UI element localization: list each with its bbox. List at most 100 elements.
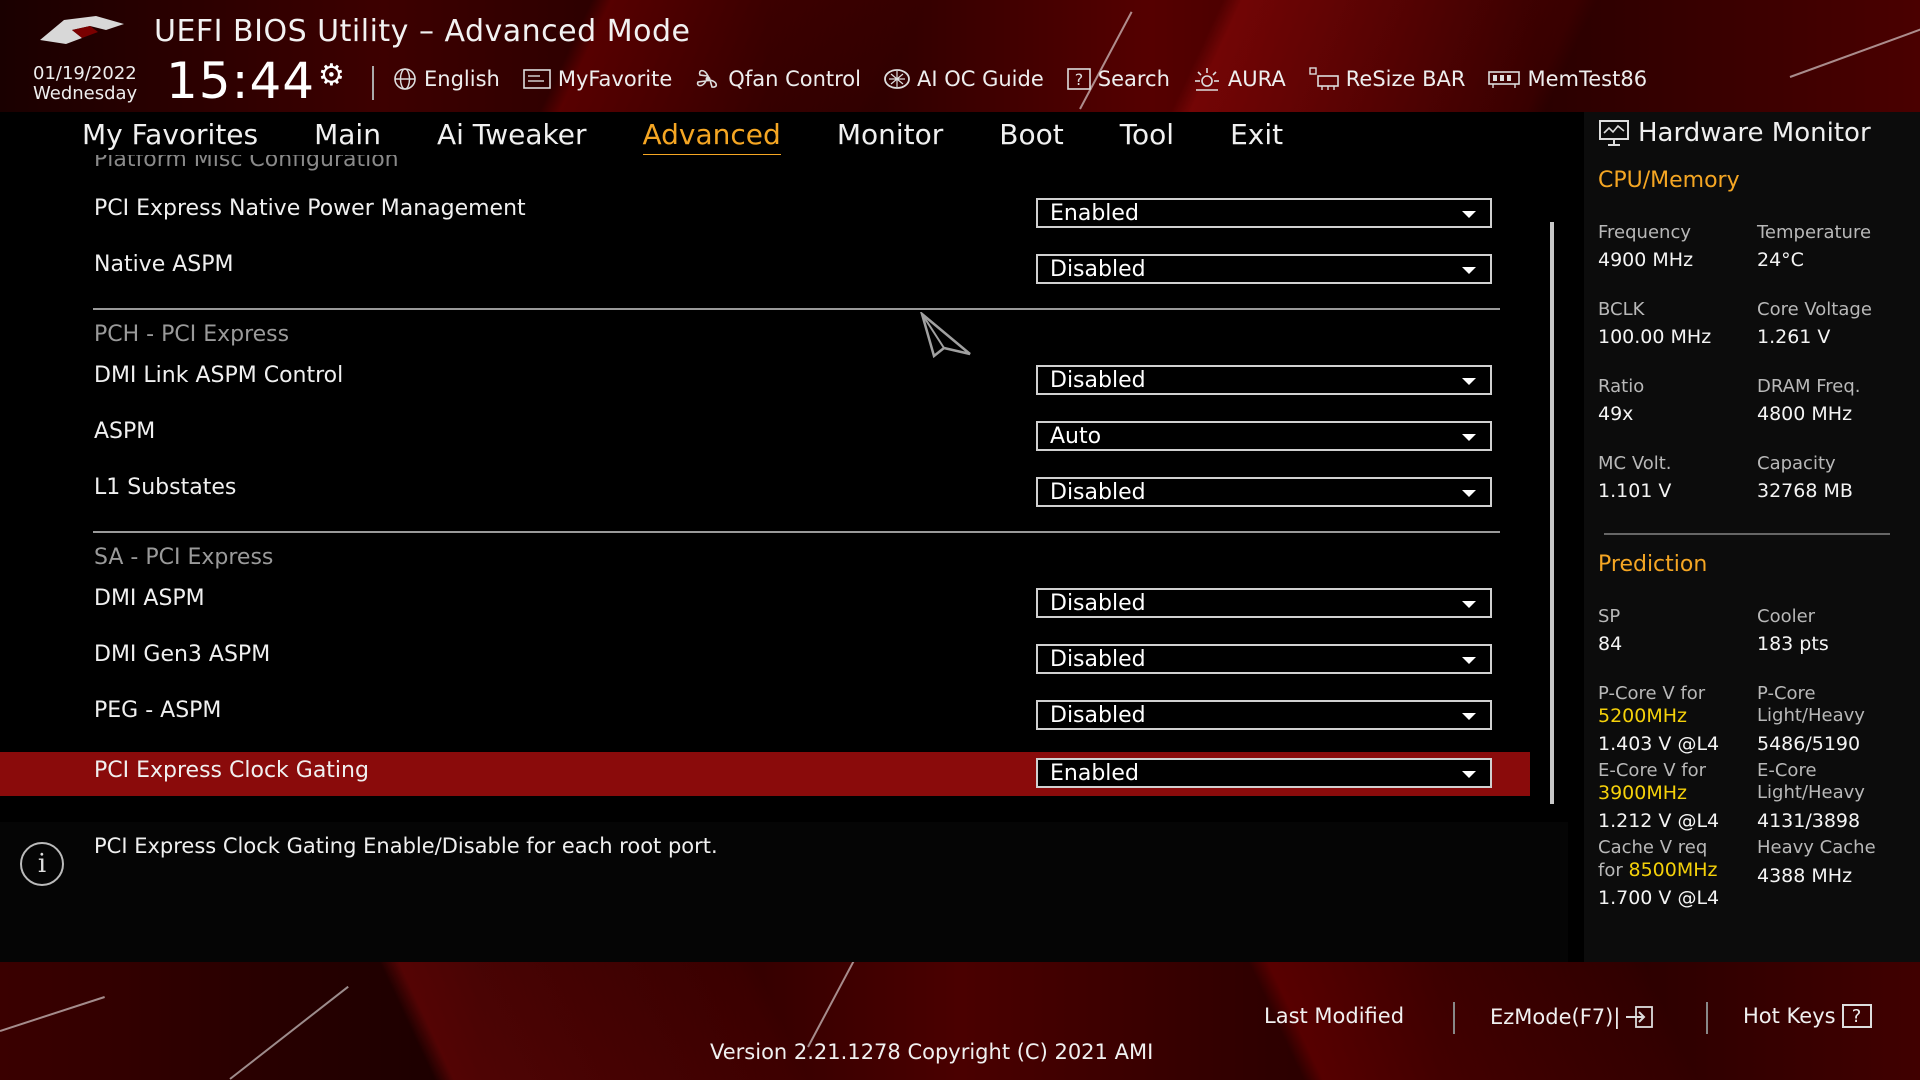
setting-label: DMI Link ASPM Control <box>94 363 344 388</box>
settings-panel: Platform Misc Configuration PCI Express … <box>0 155 1568 805</box>
hw-value: 4388 MHz <box>1757 865 1853 887</box>
setting-dropdown[interactable]: Disabled <box>1036 477 1492 507</box>
toolbar-resize-bar[interactable]: ReSize BAR <box>1308 66 1466 92</box>
toolbar-english-label: English <box>424 67 500 91</box>
setting-label: L1 Substates <box>94 475 237 500</box>
toolbar-myfavorite-label: MyFavorite <box>557 67 673 91</box>
hw-value: 5486/5190 <box>1757 733 1861 755</box>
toolbar-search[interactable]: ? Search <box>1066 67 1170 91</box>
setting-row[interactable]: DMI ASPM Disabled <box>0 586 1530 632</box>
weekday-text: Wednesday <box>33 83 138 104</box>
mouse-cursor-icon <box>920 312 971 358</box>
toolbar-myfavorite[interactable]: MyFavorite <box>522 67 672 91</box>
setting-row[interactable]: L1 Substates Disabled <box>0 475 1530 521</box>
footer-separator <box>1453 1002 1455 1034</box>
toolbar-ai-oc-guide[interactable]: AI OC Guide <box>883 67 1044 91</box>
setting-row[interactable]: PEG - ASPM Disabled <box>0 698 1530 744</box>
setting-label: DMI Gen3 ASPM <box>94 642 271 667</box>
dropdown-value: Disabled <box>1050 647 1146 672</box>
hw-value: 84 <box>1598 633 1623 655</box>
hardware-monitor-title: Hardware Monitor <box>1598 118 1871 148</box>
last-modified-button[interactable]: Last Modified <box>1264 1004 1404 1028</box>
setting-row[interactable]: DMI Gen3 ASPM Disabled <box>0 642 1530 688</box>
chevron-down-icon <box>1462 267 1476 274</box>
gear-icon[interactable]: ⚙ <box>318 58 345 93</box>
dropdown-value: Enabled <box>1050 201 1139 226</box>
version-text: Version 2.21.1278 Copyright (C) 2021 AMI <box>710 1040 1154 1064</box>
resize-bar-icon <box>1308 66 1340 92</box>
ezmode-button[interactable]: EzMode(F7)| <box>1490 1004 1654 1030</box>
setting-dropdown[interactable]: Enabled <box>1036 758 1492 788</box>
favorite-icon <box>522 68 552 90</box>
hw-label: DRAM Freq. <box>1757 376 1861 397</box>
hw-highlight-freq: 5200MHz <box>1598 705 1688 727</box>
hw-label: BCLK <box>1598 299 1645 320</box>
hw-label: P-Core V for <box>1598 683 1706 704</box>
setting-row-selected[interactable]: PCI Express Clock Gating Enabled <box>0 752 1530 796</box>
setting-label: PCI Express Clock Gating <box>94 758 369 783</box>
setting-dropdown[interactable]: Auto <box>1036 421 1492 451</box>
help-key-icon: ? <box>1841 1004 1872 1028</box>
tab-tool[interactable]: Tool <box>1120 118 1174 156</box>
section-header-platform-misc: Platform Misc Configuration <box>94 155 399 172</box>
toolbar-resize-bar-label: ReSize BAR <box>1345 67 1466 91</box>
chevron-down-icon <box>1462 713 1476 720</box>
app-title: UEFI BIOS Utility – Advanced Mode <box>154 14 691 49</box>
tab-exit[interactable]: Exit <box>1230 118 1283 156</box>
hw-value: 183 pts <box>1757 633 1829 655</box>
setting-label: PEG - ASPM <box>94 698 222 723</box>
toolbar-memtest86[interactable]: MemTest86 <box>1487 67 1647 91</box>
toolbar-memtest-label: MemTest86 <box>1527 67 1648 91</box>
hw-highlight-freq: 8500MHz <box>1628 859 1718 881</box>
hot-keys-label: Hot Keys <box>1743 1004 1836 1028</box>
tab-advanced[interactable]: Advanced <box>642 118 781 156</box>
date-display: 01/19/2022 Wednesday <box>33 64 137 104</box>
footer-separator <box>1706 1002 1708 1034</box>
tab-main[interactable]: Main <box>314 118 381 156</box>
setting-dropdown[interactable]: Enabled <box>1036 198 1492 228</box>
hw-value: 4800 MHz <box>1757 403 1853 425</box>
setting-dropdown[interactable]: Disabled <box>1036 365 1492 395</box>
hot-keys-button[interactable]: Hot Keys ? <box>1743 1004 1872 1028</box>
hw-value: 1.700 V @L4 <box>1598 887 1720 909</box>
setting-label: PCI Express Native Power Management <box>94 196 526 221</box>
hw-label: Light/Heavy <box>1757 782 1865 803</box>
hw-value: 4131/3898 <box>1757 810 1861 832</box>
toolbar-search-label: Search <box>1097 67 1170 91</box>
hw-label: E-Core V for <box>1598 760 1707 781</box>
hw-value: 1.261 V <box>1757 326 1831 348</box>
tab-my-favorites[interactable]: My Favorites <box>82 118 258 156</box>
header-separator <box>372 66 374 100</box>
help-text: PCI Express Clock Gating Enable/Disable … <box>94 834 718 858</box>
tab-boot[interactable]: Boot <box>999 118 1063 156</box>
scrollbar[interactable] <box>1550 222 1554 804</box>
tab-ai-tweaker[interactable]: Ai Tweaker <box>437 118 587 156</box>
toolbar-english[interactable]: English <box>392 66 500 92</box>
setting-dropdown[interactable]: Disabled <box>1036 644 1492 674</box>
hw-label: Ratio <box>1598 376 1645 397</box>
toolbar: English MyFavorite Qfan Control AI OC Gu… <box>392 64 1669 94</box>
hw-label: Core Voltage <box>1757 299 1872 320</box>
dropdown-value: Disabled <box>1050 703 1146 728</box>
hw-label: E-Core <box>1757 760 1817 781</box>
setting-row[interactable]: PCI Express Native Power Management Enab… <box>0 196 1530 242</box>
dropdown-value: Enabled <box>1050 761 1139 786</box>
toolbar-aura[interactable]: AURA <box>1192 66 1286 92</box>
dropdown-value: Disabled <box>1050 368 1146 393</box>
setting-label: ASPM <box>94 419 156 444</box>
hw-value: 49x <box>1598 403 1634 425</box>
toolbar-qfan-control[interactable]: Qfan Control <box>694 66 861 92</box>
setting-row[interactable]: DMI Link ASPM Control Disabled <box>0 363 1530 409</box>
chevron-down-icon <box>1462 771 1476 778</box>
setting-label: DMI ASPM <box>94 586 205 611</box>
setting-row[interactable]: ASPM Auto <box>0 419 1530 465</box>
hw-value: 32768 MB <box>1757 480 1853 502</box>
rog-logo <box>40 16 124 44</box>
setting-dropdown[interactable]: Disabled <box>1036 254 1492 284</box>
svg-text:?: ? <box>1075 70 1084 89</box>
tab-monitor[interactable]: Monitor <box>837 118 943 156</box>
setting-row[interactable]: Native ASPM Disabled <box>0 252 1530 298</box>
clock-display: 15:44 <box>166 52 316 110</box>
setting-dropdown[interactable]: Disabled <box>1036 588 1492 618</box>
setting-dropdown[interactable]: Disabled <box>1036 700 1492 730</box>
